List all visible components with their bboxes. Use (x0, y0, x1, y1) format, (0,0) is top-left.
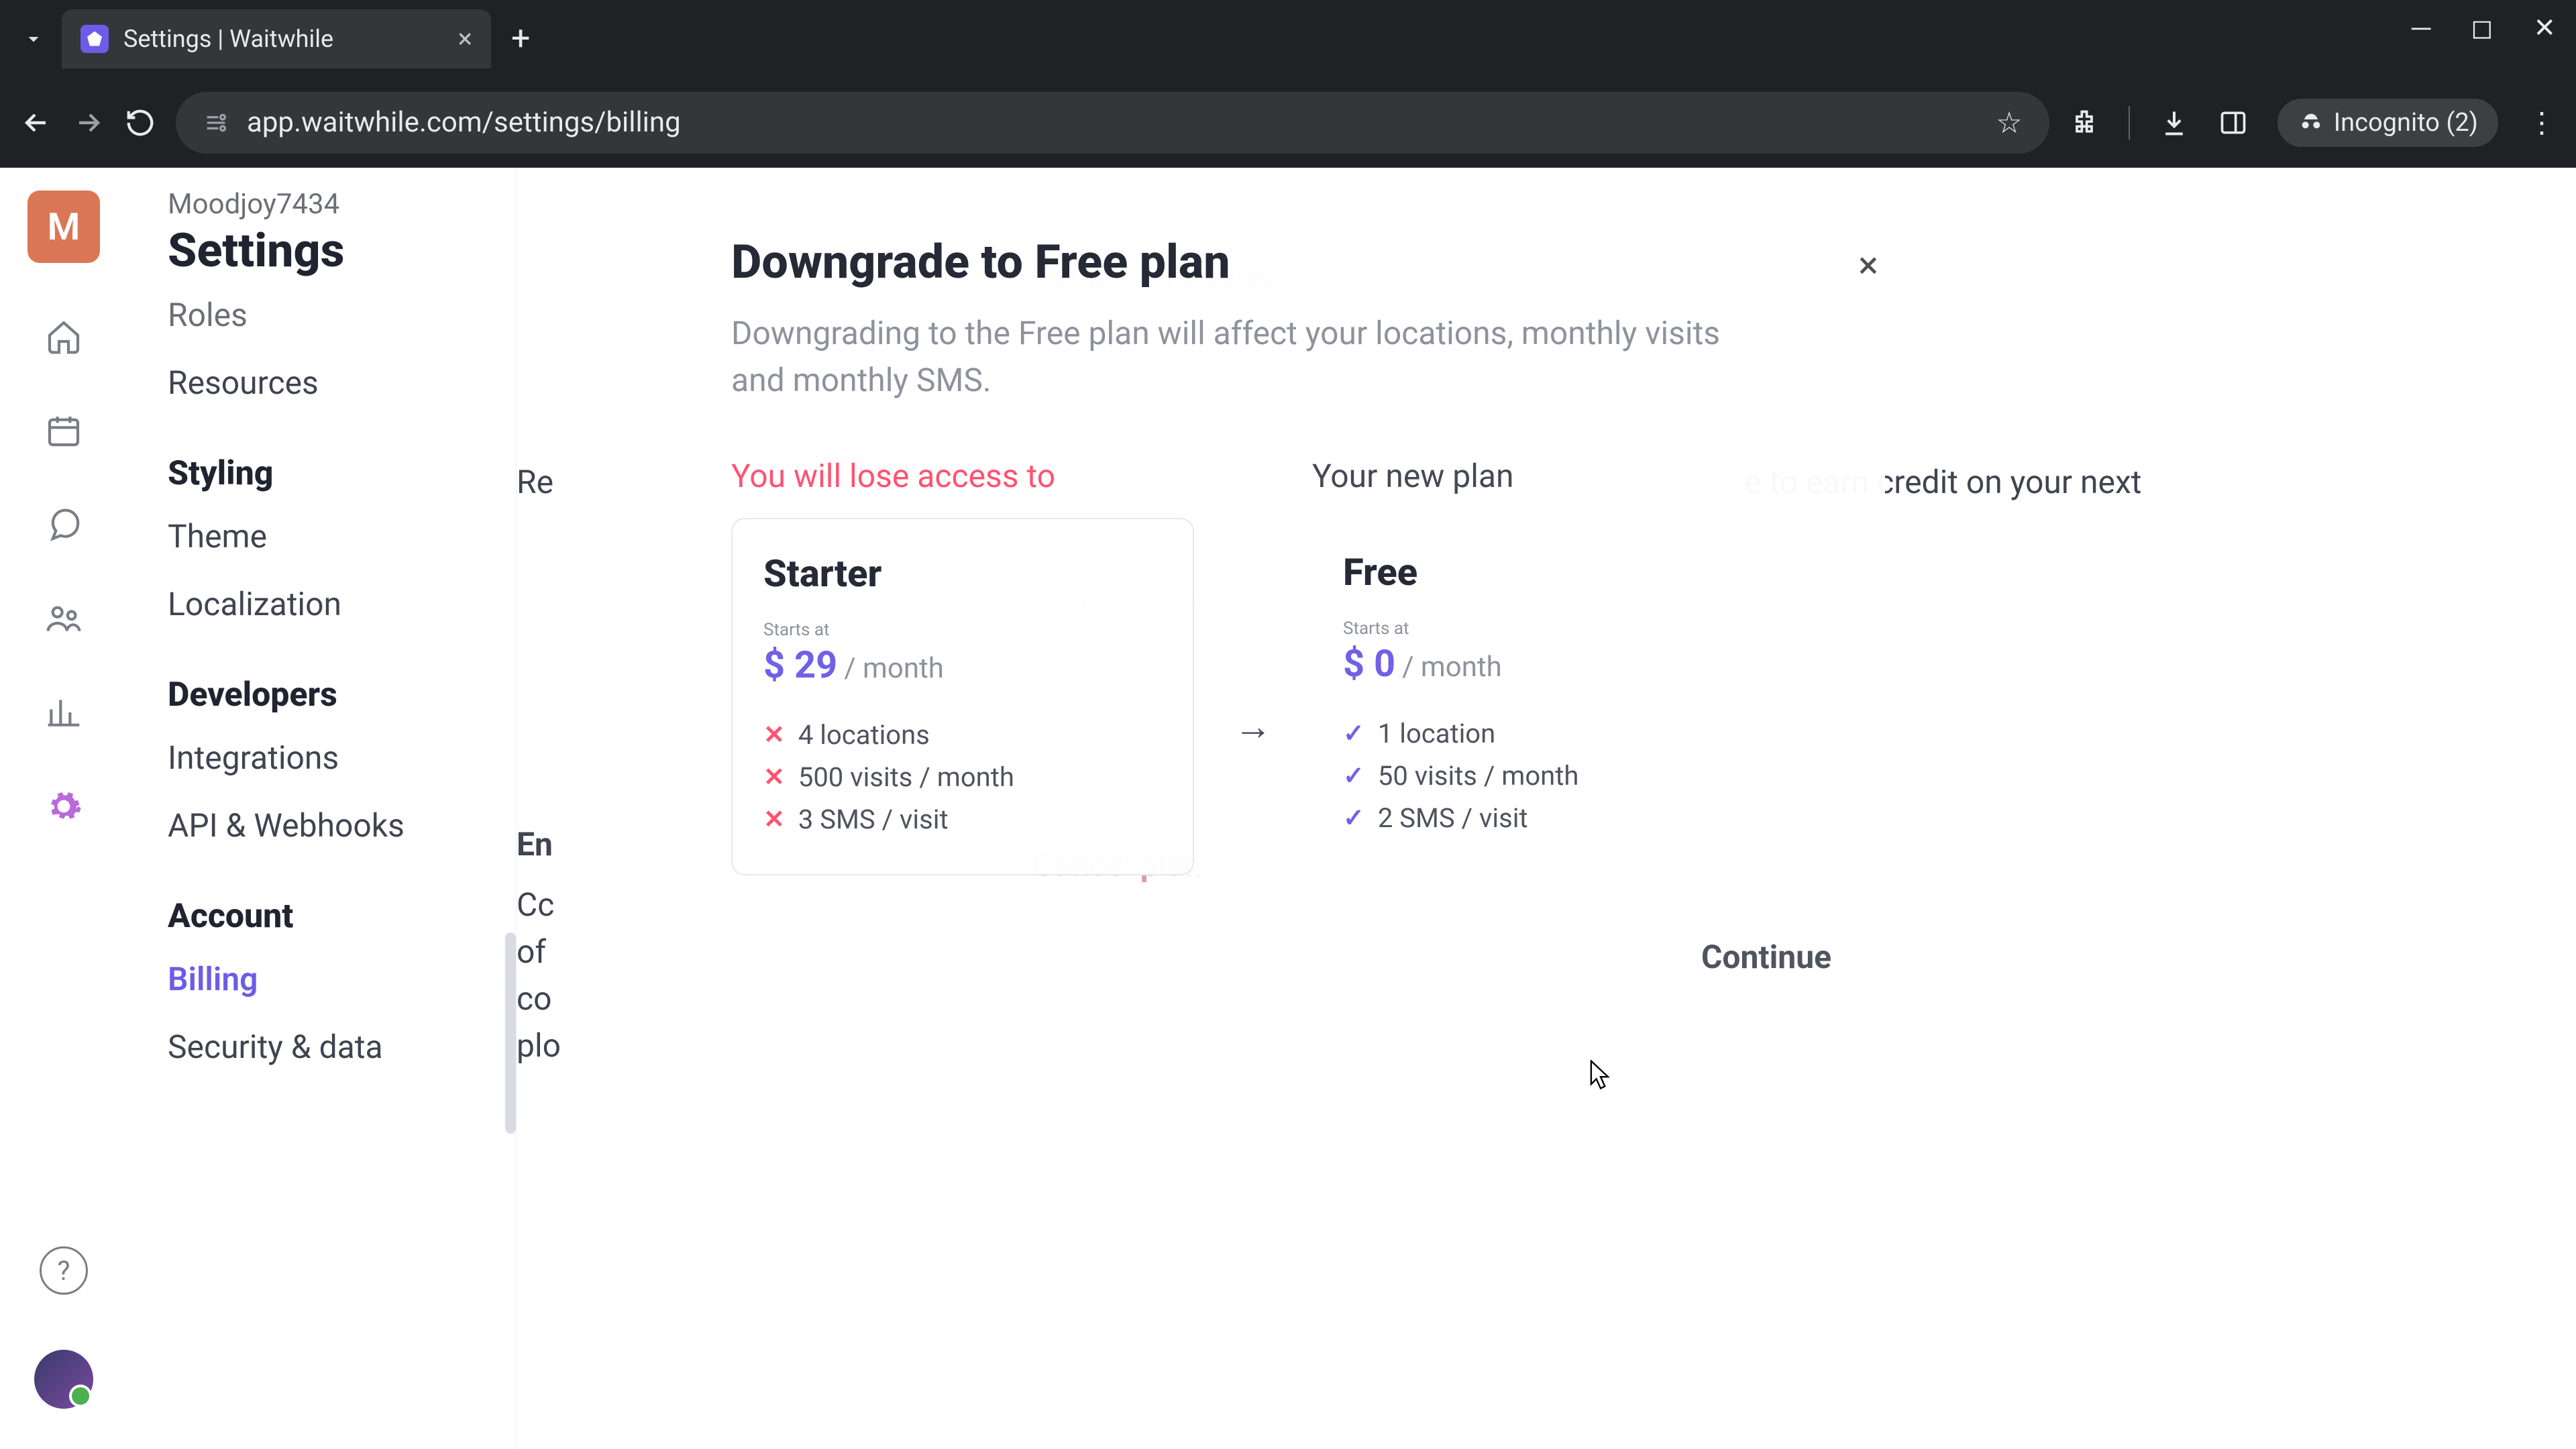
app-root: M ? Moodjoy7434 Settings Roles Resources… (0, 168, 2576, 1449)
starter-feature: 3 SMS / visit (798, 804, 949, 835)
lose-access-heading: You will lose access to (731, 457, 1194, 495)
browser-menu-icon[interactable]: ⋮ (2528, 106, 2556, 140)
tab-search-dropdown-icon[interactable] (13, 19, 54, 59)
window-minimize-icon[interactable]: ─ (2412, 12, 2430, 44)
bg-text: Re (517, 463, 553, 501)
nav-reload-icon[interactable] (125, 107, 156, 138)
nav-forward-icon (72, 107, 105, 139)
downgrade-modal: Downgrade to Free plan × Downgrading to … (731, 235, 1885, 875)
free-per: / month (1402, 651, 1502, 684)
sidebar-item-integrations[interactable]: Integrations (168, 724, 516, 792)
modal-subtitle: Downgrading to the Free plan will affect… (731, 310, 1778, 403)
plan-card-free: Free Starts at $ 0 / month ✓ 1 location ✓… (1312, 518, 1775, 873)
sidebar-item-theme[interactable]: Theme (168, 502, 516, 570)
chat-icon[interactable] (44, 504, 84, 545)
page-title: Settings (168, 223, 516, 278)
sidebar-item-api[interactable]: API & Webhooks (168, 792, 516, 859)
org-name: Moodjoy7434 (168, 188, 516, 221)
plan-comparison: You will lose access to Starter Starts a… (731, 457, 1885, 875)
free-feature: 50 visits / month (1378, 760, 1579, 792)
bg-text: plo (517, 1026, 561, 1065)
check-icon: ✓ (1343, 718, 1364, 749)
url-text: app.waitwhile.com/settings/billing (247, 106, 1978, 139)
icon-rail: M ? (0, 168, 127, 1449)
check-icon: ✓ (1343, 761, 1364, 791)
site-settings-icon[interactable] (203, 109, 229, 136)
mouse-cursor-icon (1590, 1060, 1611, 1089)
settings-sidebar: Moodjoy7434 Settings Roles Resources Sty… (127, 168, 517, 1449)
analytics-icon[interactable] (44, 692, 84, 733)
extensions-icon[interactable] (2070, 108, 2099, 138)
sidebar-heading-account: Account (168, 863, 516, 945)
plan-name-free: Free (1343, 550, 1744, 594)
new-tab-button[interactable]: + (511, 19, 530, 58)
starter-per: / month (844, 652, 944, 685)
check-icon: ✓ (1343, 803, 1364, 833)
window-controls: ─ ◻ ✕ (2412, 12, 2556, 44)
nav-back-icon[interactable] (20, 107, 52, 139)
plan-name-starter: Starter (763, 551, 1162, 596)
continue-button[interactable]: Continue (1701, 938, 1831, 976)
modal-title: Downgrade to Free plan (731, 235, 1885, 290)
bg-text: of (517, 932, 546, 971)
calendar-icon[interactable] (44, 411, 84, 451)
browser-chrome: Settings | Waitwhile × + ─ ◻ ✕ app.waitw… (0, 0, 2576, 168)
org-avatar[interactable]: M (28, 191, 100, 263)
sidebar-heading-developers: Developers (168, 642, 516, 724)
bookmark-star-icon[interactable]: ☆ (1996, 105, 2022, 140)
sidebar-item-localization[interactable]: Localization (168, 570, 516, 638)
starts-at-label: Starts at (1343, 619, 1744, 639)
plan-card-starter: Starter Starts at $ 29 / month ✕ 4 locati… (731, 518, 1194, 875)
downloads-icon[interactable] (2159, 108, 2189, 138)
new-plan-heading: Your new plan (1312, 457, 1775, 495)
x-icon: ✕ (763, 804, 785, 835)
bg-text: En (517, 825, 553, 863)
sidebar-item-roles[interactable]: Roles (168, 296, 516, 349)
sidebar-item-security[interactable]: Security & data (168, 1013, 516, 1081)
help-icon[interactable]: ? (40, 1246, 88, 1295)
side-panel-icon[interactable] (2218, 108, 2248, 138)
x-icon: ✕ (763, 720, 785, 750)
tab-strip: Settings | Waitwhile × + ─ ◻ ✕ (0, 0, 2576, 77)
starter-feature: 500 visits / month (798, 761, 1014, 793)
url-bar[interactable]: app.waitwhile.com/settings/billing ☆ (176, 92, 2049, 154)
tab-close-icon[interactable]: × (458, 23, 472, 54)
browser-toolbar: app.waitwhile.com/settings/billing ☆ Inc… (0, 77, 2576, 168)
free-feature: 2 SMS / visit (1378, 802, 1528, 834)
home-icon[interactable] (44, 317, 84, 357)
profile-avatar[interactable] (34, 1350, 93, 1409)
starts-at-label: Starts at (763, 620, 1162, 640)
tab-title: Settings | Waitwhile (123, 25, 443, 53)
window-close-icon[interactable]: ✕ (2533, 12, 2556, 44)
arrow-right-icon: → (1234, 704, 1272, 749)
org-initial: M (48, 205, 80, 249)
free-price: $ 0 (1343, 641, 1395, 686)
sidebar-heading-styling: Styling (168, 421, 516, 502)
plan-column-lose: You will lose access to Starter Starts a… (731, 457, 1194, 875)
starter-price: $ 29 (763, 643, 837, 687)
main-content: Re e to earn credit on your next Set bil… (517, 168, 2576, 1449)
users-icon[interactable] (44, 598, 84, 639)
window-maximize-icon[interactable]: ◻ (2471, 12, 2493, 44)
starter-feature: 4 locations (798, 719, 930, 751)
bg-text: Cc (517, 885, 554, 924)
tab-favicon-icon (80, 25, 109, 53)
bg-text: co (517, 979, 552, 1018)
sidebar-item-billing[interactable]: Billing (168, 945, 516, 1013)
free-feature: 1 location (1378, 718, 1495, 749)
incognito-label: Incognito (2) (2334, 108, 2478, 138)
sidebar-item-resources[interactable]: Resources (168, 349, 516, 417)
modal-close-icon[interactable]: × (1858, 243, 1878, 287)
incognito-badge[interactable]: Incognito (2) (2277, 99, 2498, 147)
x-icon: ✕ (763, 762, 785, 792)
browser-tab[interactable]: Settings | Waitwhile × (62, 9, 491, 68)
toolbar-divider (2129, 106, 2130, 140)
plan-column-new: Your new plan Free Starts at $ 0 / month… (1312, 457, 1775, 873)
settings-gear-icon[interactable] (44, 786, 84, 826)
